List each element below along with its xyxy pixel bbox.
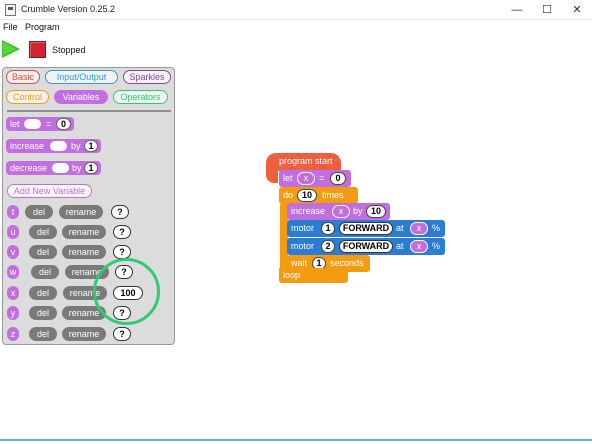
menu-file[interactable]: File — [3, 22, 18, 32]
title-bar: Crumble Version 0.25.2 — ☐ ✕ — [0, 0, 592, 20]
delete-variable-button[interactable]: del — [29, 286, 57, 300]
category-operators[interactable]: Operators — [113, 90, 168, 104]
variable-name[interactable]: t — [7, 205, 19, 219]
variable-row-u: u del rename ? — [3, 224, 176, 240]
palette-increase-block[interactable]: increase by 1 — [6, 139, 101, 153]
motor-direction: FORWARD — [339, 240, 393, 253]
palette-divider — [7, 110, 171, 112]
motor-direction: FORWARD — [339, 222, 393, 235]
palette-let-block[interactable]: let = 0 — [6, 117, 74, 131]
do-times-block[interactable]: do 10 times — [279, 187, 358, 204]
increase-label: increase — [10, 141, 45, 151]
category-basic[interactable]: Basic — [6, 70, 40, 84]
close-button[interactable]: ✕ — [562, 0, 592, 20]
let-value: 0 — [330, 172, 346, 185]
delete-variable-button[interactable]: del — [29, 306, 57, 320]
delete-variable-button[interactable]: del — [29, 327, 57, 341]
delete-variable-button[interactable]: del — [25, 205, 53, 219]
let-var: x — [297, 172, 315, 185]
window-title: Crumble Version 0.25.2 — [21, 4, 116, 14]
variable-row-v: v del rename ? — [3, 244, 176, 260]
menu-bar: File Program — [0, 20, 592, 35]
rename-variable-button[interactable]: rename — [62, 327, 106, 341]
variable-name[interactable]: w — [7, 265, 19, 279]
motor-percent: % — [432, 223, 441, 233]
rename-variable-button[interactable]: rename — [62, 245, 106, 259]
variable-name[interactable]: z — [7, 327, 19, 341]
let-label: let — [10, 119, 20, 129]
variable-name[interactable]: v — [7, 245, 19, 259]
motor-label: motor — [291, 241, 315, 251]
minimize-button[interactable]: — — [502, 0, 532, 20]
decrease-var-slot — [52, 163, 69, 173]
loop-block[interactable]: loop — [279, 268, 348, 283]
rename-variable-button[interactable]: rename — [62, 225, 106, 239]
status-line — [0, 439, 592, 441]
motor-speed-var: x — [410, 222, 428, 235]
program-start-tail — [266, 168, 278, 183]
let-eq: = — [319, 173, 325, 183]
increase-var-slot — [50, 141, 67, 151]
motor-number: 1 — [321, 222, 335, 235]
increase-by: by — [71, 141, 81, 151]
variable-value: ? — [113, 327, 131, 341]
variable-name[interactable]: x — [7, 286, 19, 300]
menu-program[interactable]: Program — [25, 22, 60, 32]
variable-row-z: z del rename ? — [3, 326, 176, 342]
motor-2-block[interactable]: motor 2 FORWARD at x % — [287, 238, 445, 255]
decrease-by: by — [72, 163, 82, 173]
increase-by: by — [353, 206, 363, 216]
rename-variable-button[interactable]: rename — [59, 205, 103, 219]
motor-number: 2 — [321, 240, 335, 253]
do-suffix: times — [322, 190, 344, 200]
variable-name[interactable]: y — [7, 306, 19, 320]
let-x-block[interactable]: let x = 0 — [279, 170, 351, 187]
variable-row-t: t del rename ? — [3, 204, 176, 220]
let-var-slot — [24, 119, 41, 129]
category-sparkles[interactable]: Sparkles — [123, 70, 171, 84]
motor-at: at — [396, 241, 404, 251]
variable-value: ? — [111, 205, 129, 219]
do-count: 10 — [297, 189, 317, 202]
increase-label: increase — [291, 206, 326, 216]
increase-x-block[interactable]: increase x by 10 — [287, 203, 390, 220]
let-value: 0 — [56, 118, 71, 130]
delete-variable-button[interactable]: del — [31, 265, 59, 279]
category-input-output[interactable]: Input/Output — [45, 70, 118, 84]
highlight-circle — [93, 258, 160, 325]
do-label: do — [283, 190, 294, 200]
decrease-label: decrease — [10, 163, 48, 173]
increase-value: 1 — [84, 140, 98, 152]
delete-variable-button[interactable]: del — [29, 245, 57, 259]
category-control[interactable]: Control — [6, 90, 49, 104]
delete-variable-button[interactable]: del — [29, 225, 57, 239]
loop-label: loop — [283, 270, 301, 280]
palette-decrease-block[interactable]: decrease by 1 — [6, 161, 101, 175]
let-eq: = — [46, 119, 52, 129]
motor-percent: % — [432, 241, 441, 251]
variable-value: ? — [113, 225, 131, 239]
app-icon — [5, 4, 16, 16]
motor-label: motor — [291, 223, 315, 233]
toolbar — [0, 35, 592, 63]
play-icon[interactable] — [2, 40, 20, 58]
increase-var: x — [332, 205, 350, 218]
run-status: Stopped — [52, 45, 86, 55]
decrease-value: 1 — [84, 162, 98, 174]
stop-icon[interactable] — [29, 41, 46, 58]
maximize-button[interactable]: ☐ — [532, 0, 562, 20]
motor-1-block[interactable]: motor 1 FORWARD at x % — [287, 220, 445, 237]
increase-value: 10 — [366, 205, 386, 218]
variable-value: ? — [113, 245, 131, 259]
add-new-variable-button[interactable]: Add New Variable — [7, 184, 92, 198]
let-label: let — [283, 173, 293, 183]
motor-at: at — [396, 223, 404, 233]
motor-speed-var: x — [410, 240, 428, 253]
variable-name[interactable]: u — [7, 225, 19, 239]
category-variables[interactable]: Variables — [54, 90, 108, 104]
